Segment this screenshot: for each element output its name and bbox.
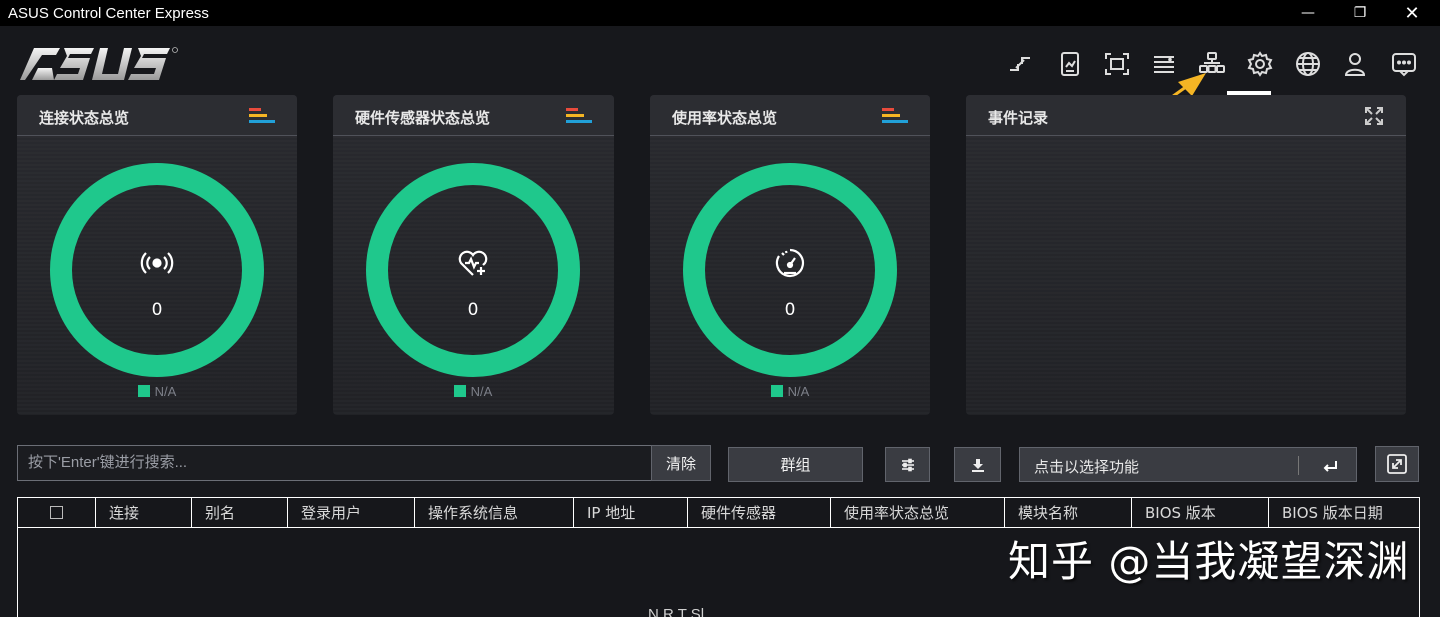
scan-icon[interactable] <box>1101 48 1133 80</box>
expand-icon <box>1387 454 1407 474</box>
usage-status-card: 使用率状态总览 0 N/A <box>650 95 930 415</box>
fullscreen-button[interactable] <box>1375 446 1419 482</box>
filter-settings-button[interactable] <box>885 447 930 482</box>
select-all-cell <box>18 498 96 527</box>
user-icon[interactable] <box>1339 48 1371 80</box>
hardware-sensor-card: 硬件传感器状态总览 0 N/A <box>333 95 614 415</box>
column-header[interactable]: 连接 <box>96 498 192 527</box>
event-log-card: 事件记录 <box>966 95 1406 415</box>
empty-table-message: N R T Sl <box>648 606 705 617</box>
column-header[interactable]: 硬件传感器 <box>688 498 831 527</box>
group-button[interactable]: 群组 <box>728 447 863 482</box>
search-input[interactable]: 按下'Enter'键进行搜索... <box>17 445 652 481</box>
legend-icon[interactable] <box>882 108 908 126</box>
connection-icon <box>140 252 174 274</box>
select-all-checkbox[interactable] <box>50 506 63 519</box>
gauge-icon <box>775 248 805 278</box>
column-header[interactable]: 模块名称 <box>1005 498 1132 527</box>
column-header[interactable]: BIOS 版本 <box>1132 498 1269 527</box>
globe-icon[interactable] <box>1292 48 1324 80</box>
event-log-list[interactable] <box>966 136 1406 415</box>
deploy-icon[interactable] <box>1196 48 1228 80</box>
download-icon <box>971 458 984 472</box>
maximize-button[interactable]: ❐ <box>1337 0 1383 26</box>
status-count: 0 <box>151 300 163 320</box>
enter-icon[interactable] <box>1320 456 1340 476</box>
status-count: 0 <box>784 300 796 320</box>
status-count: 0 <box>467 300 479 320</box>
ring-legend: N/A <box>333 384 613 399</box>
close-button[interactable]: ✕ <box>1389 0 1435 26</box>
column-header[interactable]: 别名 <box>192 498 288 527</box>
legend-icon[interactable] <box>249 108 275 126</box>
window-title: ASUS Control Center Express <box>8 4 209 22</box>
title-bar: ASUS Control Center Express <box>0 0 1440 26</box>
column-header[interactable]: BIOS 版本日期 <box>1269 498 1419 527</box>
heart-health-icon <box>458 250 488 276</box>
settings-icon[interactable] <box>1244 48 1276 80</box>
column-header[interactable]: 操作系统信息 <box>415 498 574 527</box>
column-header[interactable]: 使用率状态总览 <box>831 498 1005 527</box>
card-title: 硬件传感器状态总览 <box>355 109 491 127</box>
card-title: 事件记录 <box>988 109 1049 127</box>
function-select[interactable]: 点击以选择功能 <box>1019 447 1357 482</box>
column-header[interactable]: IP 地址 <box>574 498 688 527</box>
report-icon[interactable] <box>1054 48 1086 80</box>
download-button[interactable] <box>954 447 1001 482</box>
card-title: 使用率状态总览 <box>672 109 778 127</box>
table-header: 连接 别名 登录用户 操作系统信息 IP 地址 硬件传感器 使用率状态总览 模块… <box>18 498 1419 528</box>
asus-logo <box>20 47 178 80</box>
expand-icon[interactable] <box>1364 106 1384 126</box>
legend-icon[interactable] <box>566 108 592 126</box>
message-icon[interactable] <box>1388 48 1420 80</box>
minimize-button[interactable]: — <box>1285 0 1331 26</box>
ring-legend: N/A <box>650 384 930 399</box>
card-title: 连接状态总览 <box>39 109 130 127</box>
sliders-icon <box>901 458 914 471</box>
watermark: 知乎 @当我凝望深渊 <box>1008 537 1410 586</box>
server-list-icon[interactable] <box>1148 48 1180 80</box>
link-icon[interactable] <box>1004 48 1036 80</box>
ring-legend: N/A <box>17 384 297 399</box>
column-header[interactable]: 登录用户 <box>288 498 415 527</box>
connection-status-card: 连接状态总览 0 N/A <box>17 95 297 415</box>
clear-button[interactable]: 清除 <box>651 445 711 481</box>
